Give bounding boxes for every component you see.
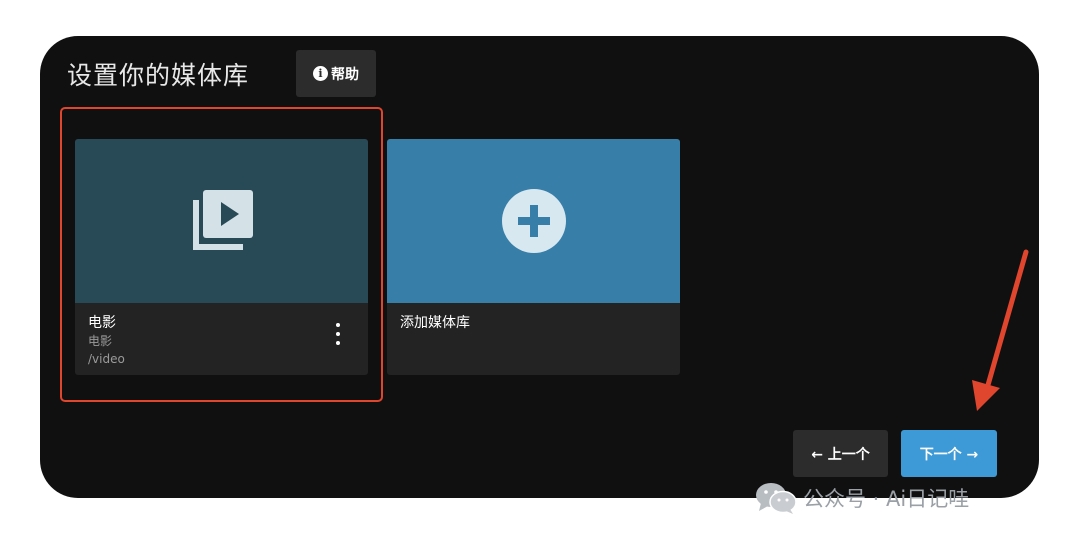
- wechat-icon: [756, 483, 797, 514]
- plus-circle-icon: [501, 189, 566, 253]
- help-button[interactable]: i 帮助: [296, 50, 376, 97]
- watermark-text: 公众号 · Ai日记哇: [803, 487, 970, 511]
- library-title: 电影: [88, 315, 116, 331]
- video-library-icon: [192, 190, 253, 250]
- library-type: 电影: [88, 334, 113, 348]
- more-options-button[interactable]: [330, 323, 346, 345]
- more-dot-icon: [336, 341, 340, 345]
- more-dot-icon: [336, 323, 340, 327]
- library-path: /video: [88, 352, 125, 366]
- add-library-card[interactable]: 添加媒体库: [387, 139, 680, 375]
- add-library-label: 添加媒体库: [400, 315, 470, 331]
- help-label: 帮助: [331, 66, 359, 83]
- prev-button[interactable]: ← 上一个: [793, 430, 888, 477]
- add-library-image[interactable]: [387, 139, 680, 303]
- more-dot-icon: [336, 332, 340, 336]
- page-title: 设置你的媒体库: [67, 61, 250, 90]
- setup-window: 设置你的媒体库 i 帮助 电影 电影 /video 添加媒体库 ← 上一个 下一…: [40, 36, 1039, 498]
- info-icon: i: [313, 66, 328, 81]
- watermark: 公众号 · Ai日记哇: [755, 481, 969, 515]
- library-card-movies[interactable]: 电影 电影 /video: [75, 139, 368, 375]
- next-button[interactable]: 下一个 →: [901, 430, 997, 477]
- library-card-image[interactable]: [75, 139, 368, 303]
